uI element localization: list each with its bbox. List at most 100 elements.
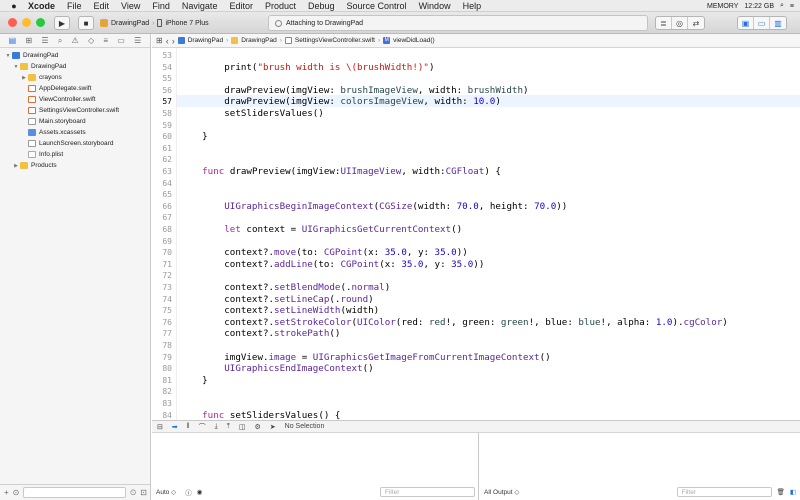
tree-item[interactable]: Assets.xcassets	[0, 127, 150, 138]
menu-item-xcode[interactable]: Xcode	[22, 0, 61, 12]
assistant-editor-icon[interactable]: ◎	[672, 17, 688, 29]
tree-item[interactable]: ▼ DrawingPad	[0, 50, 150, 61]
search-icon[interactable]: ⌕	[780, 2, 784, 10]
menu-item-navigate[interactable]: Navigate	[176, 0, 224, 12]
code-line[interactable]: let context = UIGraphicsGetCurrentContex…	[180, 224, 462, 235]
breadcrumb-method[interactable]: viewDidLoad()	[393, 37, 435, 44]
stop-button[interactable]: ■	[78, 16, 94, 30]
code-line[interactable]: func drawPreview(imgView:UIImageView, wi…	[180, 166, 501, 177]
menu-item-product[interactable]: Product	[259, 0, 302, 12]
console-filter-field[interactable]: Filter	[676, 487, 772, 497]
breadcrumb-group[interactable]: DrawingPad	[241, 37, 276, 44]
source-editor[interactable]: 53 54 55 56 57 58 59 60 61 62 63 64 65 66 67 68 69 70 71 72…	[152, 48, 800, 420]
view-debugger-icon[interactable]: ◫	[239, 423, 246, 431]
code-line[interactable]: imgView.image = UIGraphicsGetImageFromCu…	[180, 352, 550, 363]
step-over-icon[interactable]: ⌒	[199, 422, 206, 432]
version-editor-icon[interactable]: ⇄	[688, 17, 704, 29]
breadcrumb-file[interactable]: SettingsViewController.swift	[295, 37, 375, 44]
disclosure-triangle-icon[interactable]: ▼	[12, 64, 20, 70]
hide-debug-area-icon[interactable]: ⊟	[157, 423, 163, 431]
code-line[interactable]: print("brush width is \(brushWidth!)")	[180, 62, 434, 73]
breadcrumb-project[interactable]: DrawingPad	[188, 37, 223, 44]
code-line[interactable]: context?.setLineWidth(width)	[180, 305, 379, 316]
list-icon[interactable]: ≡	[790, 3, 794, 10]
memory-graph-icon[interactable]: ⚙	[255, 423, 261, 431]
menu-item-window[interactable]: Window	[413, 0, 457, 12]
auto-scope-selector[interactable]: Auto ◇	[156, 488, 176, 496]
menu-item-find[interactable]: Find	[146, 0, 176, 12]
code-line[interactable]: context?.move(to: CGPoint(x: 35.0, y: 35…	[180, 247, 468, 258]
split-view-icon[interactable]: ◧	[790, 488, 796, 496]
code-line[interactable]: drawPreview(imgView: brushImageView, wid…	[180, 85, 528, 96]
menu-item-debug[interactable]: Debug	[302, 0, 341, 12]
recent-icon[interactable]: ⏲	[130, 488, 136, 498]
line-number-gutter[interactable]: 53 54 55 56 57 58 59 60 61 62 63 64 65 66 67 68 69 70 71 72…	[152, 48, 177, 420]
tree-item[interactable]: ViewController.swift	[0, 94, 150, 105]
code-line[interactable]: UIGraphicsBeginImageContext(CGSize(width…	[180, 201, 567, 212]
disclosure-triangle-icon[interactable]: ▼	[4, 53, 12, 59]
code-line[interactable]: drawPreview(imgView: colorsImageView, wi…	[180, 96, 501, 107]
info-icon[interactable]: ⓘ	[185, 487, 192, 497]
inspector-toggle-icon[interactable]: ▥	[770, 17, 786, 29]
code-line[interactable]: }	[180, 131, 208, 142]
variables-view[interactable]: Auto ◇ ⓘ ◉ Filter	[152, 433, 479, 500]
tree-item[interactable]: Info.plist	[0, 149, 150, 160]
code-line[interactable]: context?.addLine(to: CGPoint(x: 35.0, y:…	[180, 259, 484, 270]
navigator-filter-field[interactable]	[23, 487, 127, 498]
menu-item-help[interactable]: Help	[457, 0, 488, 12]
scheme-selector[interactable]: DrawingPad › iPhone 7 Plus	[100, 16, 209, 30]
code-line[interactable]: UIGraphicsEndImageContext()	[180, 363, 373, 374]
location-icon[interactable]: ➤	[270, 423, 276, 431]
back-icon[interactable]: ‹	[166, 36, 169, 46]
zoom-window-button[interactable]	[36, 18, 45, 27]
variables-filter-field[interactable]: Filter	[380, 487, 475, 497]
pause-icon[interactable]: ‖	[187, 423, 190, 430]
menu-item-view[interactable]: View	[115, 0, 146, 12]
menu-item-source-control[interactable]: Source Control	[341, 0, 413, 12]
related-items-icon[interactable]: ⊞	[156, 36, 163, 45]
disclosure-triangle-icon[interactable]: ▶	[20, 75, 28, 81]
code-line[interactable]: context?.setLineCap(.round)	[180, 294, 373, 305]
tree-item[interactable]: SettingsViewController.swift	[0, 105, 150, 116]
test-icon[interactable]: ◇	[88, 36, 94, 45]
warning-icon[interactable]: ⚠	[72, 36, 79, 45]
console-view[interactable]: All Output ◇ Filter 🗑 ◧	[480, 433, 800, 500]
close-window-button[interactable]	[8, 18, 17, 27]
tree-item[interactable]: ▼ DrawingPad	[0, 61, 150, 72]
tree-item[interactable]: ▶ crayons	[0, 72, 150, 83]
menu-item-file[interactable]: File	[61, 0, 88, 12]
standard-editor-icon[interactable]: ≣	[656, 17, 672, 29]
debug-toggle-icon[interactable]: ▭	[754, 17, 770, 29]
menu-item-editor[interactable]: Editor	[223, 0, 259, 12]
debug-icon[interactable]: ≡	[103, 36, 108, 45]
find-icon[interactable]: ⌕	[58, 36, 62, 46]
disclosure-triangle-icon[interactable]: ▶	[12, 163, 20, 169]
modified-icon[interactable]: ⊡	[140, 488, 147, 497]
step-out-icon[interactable]: ⤒	[227, 423, 230, 431]
tree-item[interactable]: ▶ Products	[0, 160, 150, 171]
source-control-icon[interactable]: ⊞	[25, 36, 32, 45]
add-icon[interactable]: +	[4, 488, 9, 497]
code-line[interactable]: context?.setStrokeColor(UIColor(red: red…	[180, 317, 728, 328]
apple-menu-icon[interactable]: ●	[6, 1, 22, 11]
forward-icon[interactable]: ›	[172, 36, 175, 46]
code-line[interactable]: func setSlidersValues() {	[180, 410, 340, 420]
minimize-window-button[interactable]	[22, 18, 31, 27]
breakpoint-icon[interactable]: ▭	[117, 36, 125, 45]
tree-item[interactable]: Main.storyboard	[0, 116, 150, 127]
navigator-toggle-icon[interactable]: ▣	[738, 17, 754, 29]
menu-item-edit[interactable]: Edit	[88, 0, 116, 12]
tree-item[interactable]: LaunchScreen.storyboard	[0, 138, 150, 149]
eye-icon[interactable]: ◉	[197, 488, 203, 496]
folder-icon[interactable]: ▤	[9, 36, 17, 45]
code-line[interactable]: }	[180, 375, 208, 386]
trash-icon[interactable]: 🗑	[777, 488, 785, 496]
code-line[interactable]: setSlidersValues()	[180, 108, 324, 119]
report-icon[interactable]: ☰	[134, 36, 141, 45]
code-line[interactable]: context?.setBlendMode(.normal)	[180, 282, 390, 293]
step-in-icon[interactable]: ⤓	[215, 423, 218, 431]
code-line[interactable]: context?.strokePath()	[180, 328, 340, 339]
output-selector[interactable]: All Output ◇	[484, 488, 519, 496]
tree-item[interactable]: AppDelegate.swift	[0, 83, 150, 94]
run-button[interactable]: ▶	[54, 16, 70, 30]
